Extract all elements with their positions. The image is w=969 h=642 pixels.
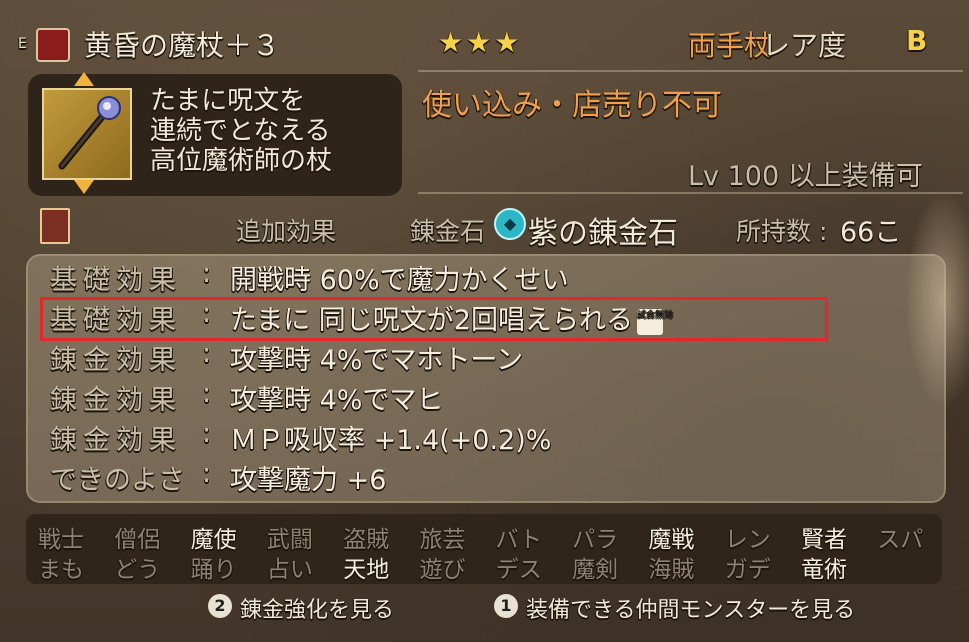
star-rating: ★★★ [438,26,523,59]
job-row1-2: 魔使 [190,527,237,553]
job-row2-8: 海賊 [648,557,695,583]
effect-colon: : [202,378,212,409]
effect-value: 攻撃時 4%でマホトーン [230,345,524,376]
effect-value: 攻撃時 4%でマヒ [230,385,444,416]
extra-effects-label: 追加効果 [236,217,337,246]
effect-colon: : [202,258,212,289]
alchemy-upgrade-link[interactable]: 錬金強化を見る [240,592,394,624]
effect-label: 錬金効果 [50,385,182,416]
ally-monsters-link[interactable]: 装備できる仲間モンスターを見る [526,592,855,624]
job-row2-6: デス [495,557,542,583]
job-row1-1: 僧侶 [114,527,161,553]
equipped-tag: E [18,36,27,52]
job-row2-4: 天地 [343,557,390,583]
job-row1-8: 魔戦 [648,527,695,553]
effect-colon: : [202,338,212,369]
job-row1-7: パラ [572,527,619,553]
job-row2-2: 踊り [190,557,237,583]
owned-count-label: 所持数 : [736,217,828,246]
item-picture-frame [42,88,132,180]
button-1-icon[interactable]: 1 [494,594,518,618]
effect-label: 錬金効果 [50,425,182,456]
job-row2-3: 占い [266,557,313,583]
alchemy-stone-label: 錬金石 [410,217,486,246]
job-row2-10: 竜術 [801,557,847,583]
arrow-up-icon[interactable] [74,72,94,86]
book-icon[interactable] [40,208,70,244]
level-requirement: Lv 100 以上装備可 [688,161,923,192]
alchemy-stone-name: 紫の錬金石 [528,216,678,251]
arrow-down-icon[interactable] [74,180,94,194]
job-row1-3: 武闘 [266,527,313,553]
job-row2-0: まも [38,557,84,583]
divider [418,70,963,72]
button-2-icon[interactable]: 2 [208,594,232,618]
description-line: たまに呪文を [150,86,306,116]
job-row1-0: 戦士 [38,527,84,553]
job-row2-7: 魔剣 [572,557,619,583]
effect-value: ＭＰ吸収率 +1.4(+0.2)% [230,425,552,456]
job-row2-1: どう [114,557,161,583]
highlight-box [40,297,828,341]
effect-label: できのよさ [50,465,185,496]
trade-restriction: 使い込み・店売り不可 [422,88,722,123]
weapon-type: 両手杖 [688,29,773,62]
description-line: 高位魔術師の杖 [150,146,333,176]
job-row1-11: スパ [877,527,924,553]
staff-category-icon [36,28,70,62]
job-row2-5: 遊び [419,557,466,583]
item-name: 黄昏の魔杖＋３ [84,29,281,62]
job-row1-6: バト [495,527,543,553]
effect-label: 基礎効果 [50,265,182,296]
job-row1-4: 盗賊 [343,527,390,553]
description-line: 連続でとなえる [150,116,331,146]
rarity-label: レア度 [762,29,847,62]
owned-count-value: 66こ [840,217,902,248]
effect-colon: : [202,418,212,449]
job-row1-5: 旅芸 [419,527,466,553]
item-description: たまに呪文を 連続でとなえる 高位魔術師の杖 [150,86,332,176]
effect-label: 錬金効果 [50,345,182,376]
staff-icon [58,96,121,170]
job-row1-10: 賢者 [801,527,847,553]
job-row2-9: ガデ [724,557,771,583]
alchemy-stone-icon: ◆ [494,208,526,240]
rarity-grade: B [906,24,928,57]
effect-value: 開戦時 60%で魔力かくせい [230,265,569,296]
effect-value: 攻撃魔力 +6 [230,465,387,496]
job-row1-9: レン [724,527,771,553]
effect-colon: : [202,458,212,489]
divider [418,192,963,194]
